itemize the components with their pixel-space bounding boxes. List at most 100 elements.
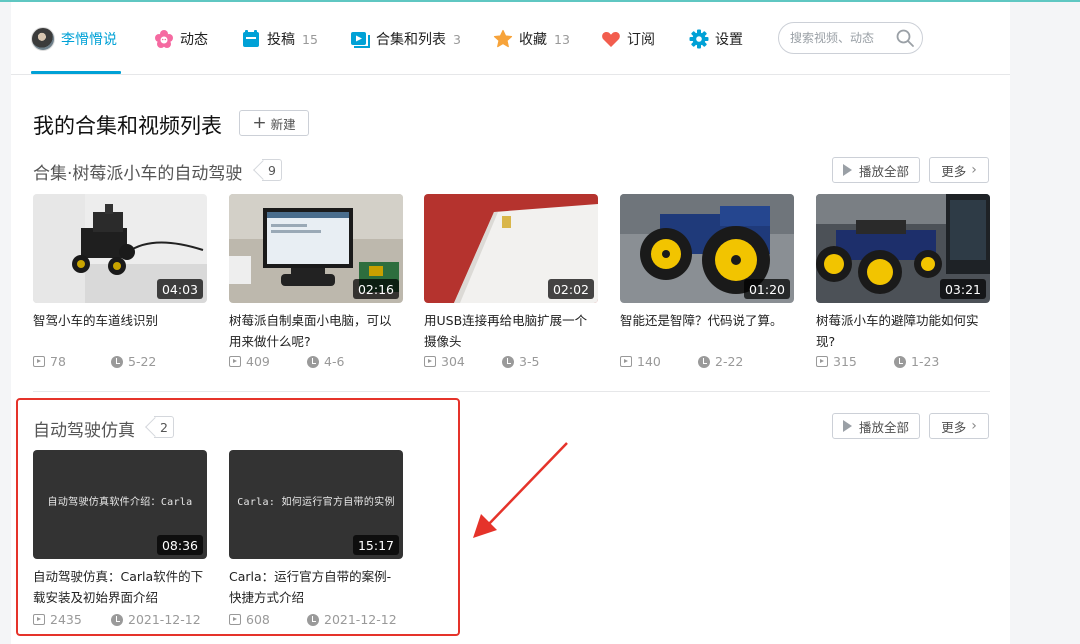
play-count: 409 [229,354,270,369]
video-duration: 02:16 [352,279,399,299]
video-card[interactable]: 01:20 智能还是智障？代码说了算。 140 2-22 [620,194,794,369]
clock-icon [111,355,123,368]
gear-icon [689,29,709,49]
play-count-value: 140 [637,354,661,369]
video-title[interactable]: 树莓派自制桌面小电脑，可以用来做什么呢? [229,310,403,352]
play-all-button[interactable]: 播放全部 [832,413,920,439]
tab-favorites-count: 13 [554,31,570,47]
plus-icon: + [252,112,267,133]
play-count: 315 [816,354,857,369]
video-card[interactable]: 02:02 用USB连接再给电脑扩展一个摄像头 304 3-5 [424,194,598,369]
search-input[interactable] [790,31,890,45]
publish-date: 3-5 [502,354,539,369]
tab-collections-count: 3 [453,31,461,47]
tab-favorites[interactable]: 收藏 13 [493,24,570,54]
publish-date: 1-23 [894,354,939,369]
avatar[interactable] [31,27,55,51]
play-count-icon [424,356,436,367]
video-title[interactable]: 智驾小车的车道线识别 [33,310,207,352]
video-meta: 140 2-22 [620,354,794,370]
publish-date-value: 3-5 [519,354,540,369]
video-meta: 304 3-5 [424,354,598,370]
tab-dynamic-label: 动态 [180,32,208,48]
tab-collections[interactable]: 合集和列表 3 [350,24,461,54]
publish-date-value: 4-6 [324,354,345,369]
chevron-right-icon: › [971,162,977,178]
search-icon[interactable] [895,28,915,48]
play-count-icon [816,356,828,367]
publish-date: 2-22 [698,354,743,369]
nav-user[interactable]: 李愲愲说 [31,24,117,54]
play-count-icon [229,356,241,367]
video-meta: 315 1-23 [816,354,990,370]
video-title[interactable]: 智能还是智障？代码说了算。 [620,310,794,352]
clock-icon [894,355,906,368]
more-label: 更多 [941,163,967,179]
upload-icon [243,30,259,47]
video-thumbnail[interactable]: 03:21 [816,194,990,303]
section-divider [33,391,990,392]
play-all-button[interactable]: 播放全部 [832,157,920,183]
new-collection-label: 新建 [270,116,296,132]
video-thumbnail[interactable]: 04:03 [33,194,207,303]
play-icon [842,420,852,432]
play-count-value: 315 [833,354,857,369]
star-icon [493,29,513,48]
video-thumbnail[interactable]: 01:20 [620,194,794,303]
video-title[interactable]: 用USB连接再给电脑扩展一个摄像头 [424,310,598,352]
play-count-icon [620,356,632,367]
tab-uploads-count: 15 [302,31,318,47]
tab-subscriptions-label: 订阅 [627,32,655,48]
play-count: 304 [424,354,465,369]
play-count-value: 78 [50,354,66,369]
highlight-annotation-box [16,398,460,636]
more-button[interactable]: 更多 › [929,157,989,183]
new-collection-button[interactable]: + 新建 [239,110,309,136]
video-meta: 409 4-6 [229,354,403,370]
more-label: 更多 [941,419,967,435]
publish-date-value: 5-22 [128,354,157,369]
tab-uploads[interactable]: 投稿 15 [241,24,318,54]
more-button[interactable]: 更多 › [929,413,989,439]
tab-uploads-label: 投稿 [267,32,295,48]
video-thumbnail[interactable]: 02:02 [424,194,598,303]
play-count: 140 [620,354,661,369]
tab-subscriptions[interactable]: 订阅 [601,24,655,54]
playlist-icon [351,32,370,48]
tab-collections-label: 合集和列表 [376,32,446,48]
video-thumbnail[interactable]: 02:16 [229,194,403,303]
video-card[interactable]: 02:16 树莓派自制桌面小电脑，可以用来做什么呢? 409 4-6 [229,194,403,369]
page-title: 我的合集和视频列表 [33,114,222,138]
play-count-value: 304 [441,354,465,369]
play-all-label: 播放全部 [858,163,909,179]
video-meta: 78 5-22 [33,354,207,370]
collection-title[interactable]: 合集·树莓派小车的自动驾驶 [33,159,242,184]
publish-date: 5-22 [111,354,156,369]
play-count-icon [33,356,45,367]
collection-count: 9 [268,162,276,178]
video-duration: 03:21 [939,279,986,299]
chevron-right-icon: › [971,418,977,434]
search-box[interactable] [778,22,923,54]
video-duration: 04:03 [156,279,203,299]
heart-icon [602,32,620,47]
play-count: 78 [33,354,66,369]
clock-icon [698,355,710,368]
clock-icon [307,355,319,368]
publish-date: 4-6 [307,354,344,369]
clock-icon [502,355,514,368]
collection-count-badge: 9 [262,159,282,181]
play-all-label: 播放全部 [858,419,909,435]
video-card[interactable]: 03:21 树莓派小车的避障功能如何实现? 315 1-23 [816,194,990,369]
active-tab-indicator [31,71,121,74]
tab-dynamic[interactable]: 动态 [154,24,208,54]
publish-date-value: 1-23 [911,354,940,369]
publish-date-value: 2-22 [715,354,744,369]
tab-settings[interactable]: 设置 [689,24,743,54]
tab-favorites-label: 收藏 [519,32,547,48]
video-title[interactable]: 树莓派小车的避障功能如何实现? [816,310,990,352]
play-icon [842,164,852,176]
space-nav: 李愲愲说 动态 投稿 15 合集和列表 3 收藏 13 订阅 设置 搜索视频、动… [11,2,1010,75]
play-count-value: 409 [246,354,270,369]
video-card[interactable]: 04:03 智驾小车的车道线识别 78 5-22 [33,194,207,369]
